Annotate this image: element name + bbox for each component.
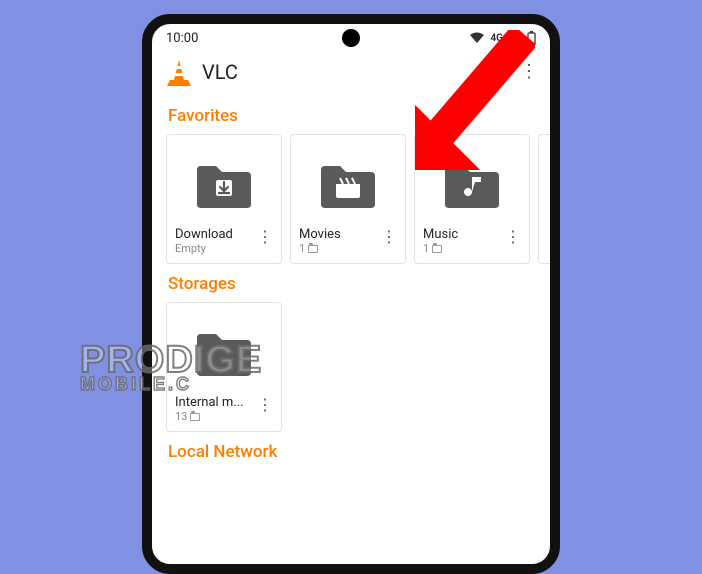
favorite-card-download[interactable]: Download Empty ⋮ (166, 134, 282, 264)
wifi-icon (469, 32, 485, 44)
favorites-row: Download Empty ⋮ Movies 1 (152, 134, 550, 264)
section-title-favorites: Favorites (152, 96, 550, 134)
battery-icon (527, 31, 536, 45)
folder-icon (194, 330, 254, 378)
storages-row: Internal m... 13 ⋮ (152, 302, 550, 432)
folder-count-icon (190, 413, 200, 421)
favorite-card-movies[interactable]: Movies 1 ⋮ (290, 134, 406, 264)
signal-icon (508, 32, 522, 44)
card-title: Movies (299, 227, 377, 242)
status-time: 10:00 (166, 31, 198, 46)
card-title: Download (175, 227, 253, 242)
phone-frame: 10:00 4G VLC ⋮ Favorites (142, 14, 560, 574)
card-menu-button[interactable]: ⋮ (381, 227, 397, 245)
camera-punchhole (342, 29, 360, 47)
section-title-localnetwork: Local Network (152, 432, 550, 470)
folder-music-icon (442, 162, 502, 210)
favorite-card-extra[interactable] (538, 134, 550, 264)
folder-count-icon (308, 245, 318, 253)
network-label: 4G (490, 33, 503, 44)
card-subtitle: 13 (175, 410, 187, 423)
card-title: Music (423, 227, 501, 242)
app-bar: VLC ⋮ (152, 52, 550, 96)
card-subtitle: 1 (423, 242, 429, 255)
card-menu-button[interactable]: ⋮ (505, 227, 521, 245)
card-menu-button[interactable]: ⋮ (257, 227, 273, 245)
folder-movies-icon (318, 162, 378, 210)
vlc-cone-icon (166, 58, 192, 86)
app-title: VLC (202, 60, 510, 84)
section-title-storages: Storages (152, 264, 550, 302)
card-subtitle: 1 (299, 242, 305, 255)
storage-card-internal[interactable]: Internal m... 13 ⋮ (166, 302, 282, 432)
card-title: Internal m... (175, 395, 253, 410)
favorite-card-music[interactable]: Music 1 ⋮ (414, 134, 530, 264)
overflow-menu-button[interactable]: ⋮ (520, 63, 536, 81)
card-subtitle: Empty (175, 242, 206, 255)
card-menu-button[interactable]: ⋮ (257, 395, 273, 413)
folder-count-icon (432, 245, 442, 253)
folder-download-icon (194, 162, 254, 210)
